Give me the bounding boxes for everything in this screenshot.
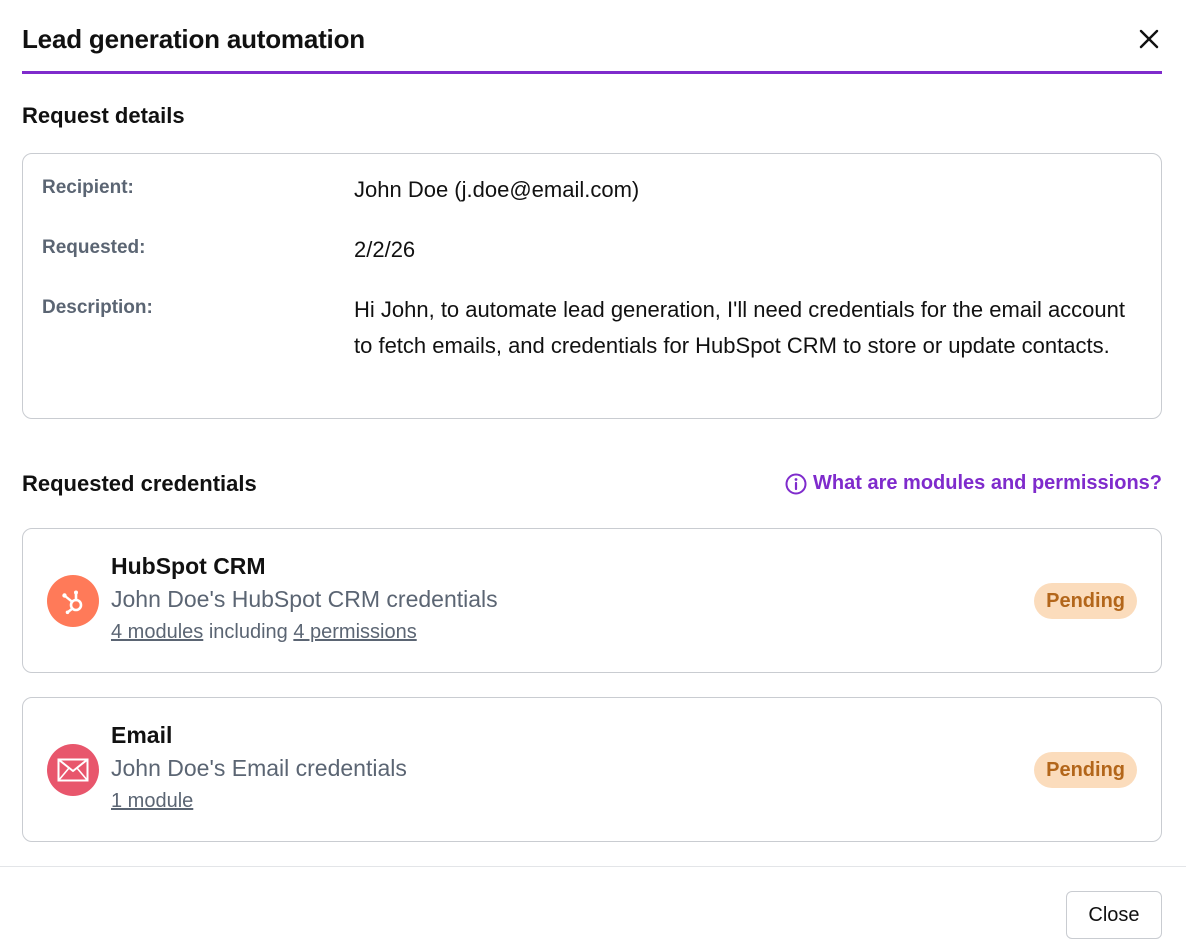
- requested-value: 2/2/26: [354, 237, 416, 262]
- close-icon[interactable]: [1138, 28, 1160, 50]
- credentials-request-dialog: Lead generation automation Request detai…: [0, 0, 1186, 950]
- status-badge: Pending: [1034, 583, 1137, 619]
- hubspot-icon: [47, 575, 99, 627]
- footer-divider: [0, 866, 1186, 867]
- recipient-label: Recipient:: [42, 177, 134, 198]
- credential-card-hubspot[interactable]: HubSpot CRM John Doe's HubSpot CRM crede…: [22, 528, 1162, 673]
- close-button[interactable]: Close: [1066, 891, 1162, 939]
- status-badge: Pending: [1034, 752, 1137, 788]
- modules-link[interactable]: 4 modules: [111, 621, 203, 643]
- credential-subtitle: John Doe's HubSpot CRM credentials: [111, 586, 498, 612]
- credential-name: HubSpot CRM: [111, 553, 266, 579]
- dialog-title: Lead generation automation: [22, 24, 365, 54]
- modules-permissions-help-link[interactable]: What are modules and permissions?: [785, 472, 1162, 495]
- info-icon: [785, 473, 807, 494]
- credential-name: Email: [111, 722, 173, 748]
- requested-label: Requested:: [42, 237, 146, 258]
- envelope-icon: [47, 744, 99, 796]
- including-text: including: [203, 621, 294, 643]
- modules-link[interactable]: 1 module: [111, 790, 193, 812]
- requested-credentials-heading: Requested credentials: [22, 471, 257, 496]
- credential-subtitle: John Doe's Email credentials: [111, 755, 407, 781]
- description-label: Description:: [42, 297, 153, 318]
- recipient-value: John Doe (j.doe@email.com): [354, 177, 640, 202]
- dialog-header: Lead generation automation: [22, 0, 1162, 74]
- help-link-label: What are modules and permissions?: [813, 472, 1162, 494]
- permissions-link[interactable]: 4 permissions: [293, 621, 416, 643]
- credential-meta: 4 modules including 4 permissions: [111, 621, 417, 644]
- request-details-card: Recipient: John Doe (j.doe@email.com) Re…: [22, 153, 1162, 419]
- request-details-heading: Request details: [22, 103, 185, 128]
- description-value: Hi John, to automate lead generation, I'…: [354, 297, 1125, 358]
- credential-card-email[interactable]: Email John Doe's Email credentials 1 mod…: [22, 697, 1162, 842]
- credential-meta: 1 module: [111, 790, 193, 813]
